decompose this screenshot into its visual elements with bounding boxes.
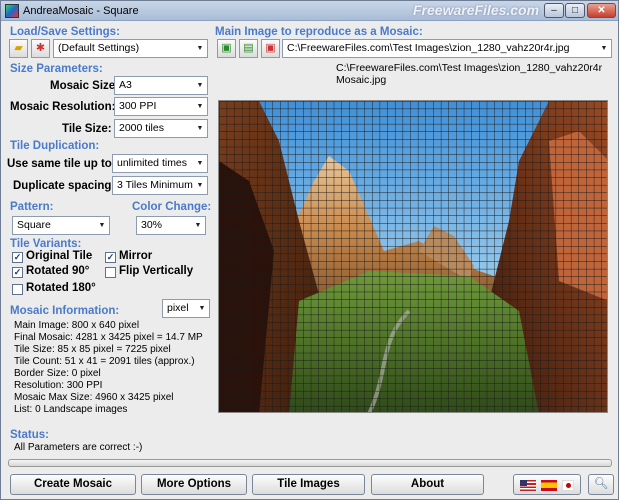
chevron-down-icon: ▼ — [194, 222, 202, 229]
original-tile-checkbox[interactable]: ✓ — [12, 252, 23, 263]
info-line: Mosaic Max Size: 4960 x 3425 pixel — [14, 392, 174, 403]
color-change-value: 30% — [141, 219, 163, 231]
remove-image-button[interactable]: ▣ — [261, 39, 280, 58]
rotated-90-checkbox[interactable]: ✓ — [12, 267, 23, 278]
mirror-label: Mirror — [119, 250, 153, 262]
unit-select[interactable]: pixel ▼ — [162, 299, 210, 318]
tile-dup-header: Tile Duplication: — [10, 140, 100, 152]
remove-image-icon: ▣ — [265, 42, 276, 54]
load-save-header: Load/Save Settings: — [10, 26, 120, 38]
us-flag-icon[interactable] — [520, 480, 536, 491]
magnifier-icon: 🔍︎ — [593, 478, 609, 490]
size-params-header: Size Parameters: — [10, 63, 103, 75]
output-path: C:\FreewareFiles.com\Test Images\zion_12… — [336, 62, 603, 86]
resolution-value: 300 PPI — [119, 100, 157, 112]
color-change-header: Color Change: — [132, 201, 212, 213]
about-button[interactable]: About — [371, 474, 484, 495]
chevron-down-icon: ▼ — [196, 45, 204, 52]
info-line: Tile Size: 85 x 85 pixel = 7225 pixel — [14, 344, 171, 355]
create-mosaic-button[interactable]: Create Mosaic — [10, 474, 136, 495]
chevron-down-icon: ▼ — [196, 125, 204, 132]
chevron-down-icon: ▼ — [196, 103, 204, 110]
tile-images-button[interactable]: Tile Images — [252, 474, 365, 495]
spacing-select[interactable]: 3 Tiles Minimum ▼ — [112, 176, 208, 195]
app-icon — [5, 4, 19, 18]
close-button[interactable]: ✕ — [587, 3, 616, 18]
title-bar[interactable]: AndreaMosaic - Square FreewareFiles.com … — [1, 1, 618, 21]
info-line: Border Size: 0 pixel — [14, 368, 101, 379]
maximize-button[interactable]: □ — [565, 3, 585, 18]
info-line: Tile Count: 51 x 41 = 2091 tiles (approx… — [14, 356, 195, 367]
rotated-180-label: Rotated 180° — [26, 282, 96, 294]
spacing-label: Duplicate spacing: — [13, 180, 116, 192]
app-window: AndreaMosaic - Square FreewareFiles.com … — [0, 0, 619, 500]
resolution-label: Mosaic Resolution: — [10, 101, 116, 113]
mosaic-info-header: Mosaic Information: — [10, 305, 120, 317]
mirror-checkbox[interactable]: ✓ — [105, 252, 116, 263]
mosaic-preview-image — [219, 101, 607, 412]
tile-size-select[interactable]: 2000 tiles ▼ — [114, 119, 208, 138]
language-selector[interactable] — [513, 474, 581, 495]
resolution-select[interactable]: 300 PPI ▼ — [114, 97, 208, 116]
color-change-select[interactable]: 30% ▼ — [136, 216, 206, 235]
spacing-value: 3 Tiles Minimum — [117, 179, 193, 191]
info-line: Resolution: 300 PPI — [14, 380, 103, 391]
mosaic-size-value: A3 — [119, 79, 132, 91]
save-icon: ✱ — [35, 42, 46, 54]
folder-icon: ▰ — [14, 42, 23, 54]
status-header: Status: — [10, 429, 49, 441]
window-title: AndreaMosaic - Square — [23, 5, 139, 17]
add-image-button[interactable]: ▣ — [217, 39, 236, 58]
chevron-down-icon: ▼ — [600, 45, 608, 52]
spain-flag-icon[interactable] — [541, 480, 557, 491]
chevron-down-icon: ▼ — [196, 160, 204, 167]
add-image-icon: ▣ — [221, 42, 232, 54]
main-image-header: Main Image to reproduce as a Mosaic: — [215, 26, 423, 38]
rotated-180-checkbox[interactable] — [12, 284, 23, 295]
settings-select[interactable]: (Default Settings) ▼ — [53, 39, 208, 58]
image-icon: ▤ — [243, 42, 254, 54]
rotated-90-label: Rotated 90° — [26, 265, 90, 277]
main-image-path-select[interactable]: C:\FreewareFiles.com\Test Images\zion_12… — [282, 39, 612, 58]
tile-size-value: 2000 tiles — [119, 122, 164, 134]
progress-bar — [8, 459, 612, 467]
tile-size-label: Tile Size: — [62, 123, 112, 135]
same-tile-label: Use same tile up to: — [7, 158, 116, 170]
mosaic-size-label: Mosaic Size: — [50, 80, 120, 92]
pattern-header: Pattern: — [10, 201, 54, 213]
image-list-button[interactable]: ▤ — [239, 39, 258, 58]
main-image-path: C:\FreewareFiles.com\Test Images\zion_12… — [287, 42, 570, 54]
info-line: Final Mosaic: 4281 x 3425 pixel = 14.7 M… — [14, 332, 203, 343]
original-tile-label: Original Tile — [26, 250, 93, 262]
load-settings-button[interactable]: ▰ — [9, 39, 28, 58]
chevron-down-icon: ▼ — [196, 182, 204, 189]
save-settings-button[interactable]: ✱ — [31, 39, 50, 58]
same-tile-value: unlimited times — [117, 157, 188, 169]
chevron-down-icon: ▼ — [198, 305, 206, 312]
mosaic-preview[interactable] — [218, 100, 608, 413]
flip-vertically-checkbox[interactable] — [105, 267, 116, 278]
more-options-button[interactable]: More Options — [141, 474, 247, 495]
unit-value: pixel — [167, 302, 189, 314]
same-tile-select[interactable]: unlimited times ▼ — [112, 154, 208, 173]
minimize-button[interactable]: – — [544, 3, 564, 18]
pattern-value: Square — [17, 219, 51, 231]
status-text: All Parameters are correct :-) — [14, 442, 143, 453]
chevron-down-icon: ▼ — [98, 222, 106, 229]
search-button[interactable]: 🔍︎ — [588, 474, 614, 495]
tile-variants-header: Tile Variants: — [10, 238, 82, 250]
flip-vertically-label: Flip Vertically — [119, 265, 194, 277]
settings-select-value: (Default Settings) — [58, 42, 140, 54]
info-line: Main Image: 800 x 640 pixel — [14, 320, 140, 331]
chevron-down-icon: ▼ — [196, 82, 204, 89]
japan-flag-icon[interactable] — [562, 480, 574, 491]
info-line: List: 0 Landscape images — [14, 404, 128, 415]
mosaic-size-select[interactable]: A3 ▼ — [114, 76, 208, 95]
pattern-select[interactable]: Square ▼ — [12, 216, 110, 235]
watermark: FreewareFiles.com — [413, 2, 540, 18]
